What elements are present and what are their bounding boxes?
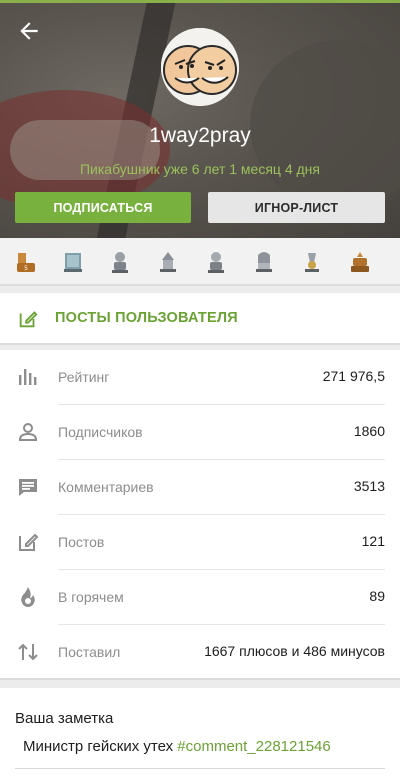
stat-value: 271 976,5: [322, 368, 385, 384]
stat-label: Комментариев: [58, 479, 154, 495]
note-title: Ваша заметка: [15, 710, 114, 727]
stat-row-votes: Поставил 1667 плюсов и 486 минусов: [0, 625, 400, 680]
award-icon[interactable]: 5: [14, 249, 38, 275]
person-icon: [16, 420, 40, 444]
stat-value: 1667 плюсов и 486 минусов: [204, 643, 385, 659]
tenure-text: Пикабушник уже 6 лет 1 месяц 4 дня: [79, 161, 320, 177]
stats-list: Рейтинг 271 976,5 Подписчиков 1860 Комме…: [0, 350, 400, 680]
stat-label: В горячем: [58, 589, 124, 605]
profile-page: 1way2pray Пикабушник уже 6 лет 1 месяц 4…: [0, 0, 400, 774]
svg-text:5: 5: [24, 265, 28, 272]
stat-label: Постов: [58, 534, 105, 550]
edit-icon: [17, 308, 39, 330]
stat-row-posts[interactable]: Постов 121: [0, 515, 400, 570]
stat-row-rating: Рейтинг 271 976,5: [0, 350, 400, 405]
award-icon[interactable]: [252, 249, 276, 275]
edit-icon: [16, 530, 40, 554]
bar-chart-icon: [16, 365, 40, 389]
stat-row-subscribers[interactable]: Подписчиков 1860: [0, 405, 400, 460]
flame-icon: [16, 585, 40, 609]
avatar[interactable]: [161, 28, 239, 106]
profile-header: 1way2pray Пикабушник уже 6 лет 1 месяц 4…: [0, 0, 400, 238]
stat-row-hot[interactable]: В горячем 89: [0, 570, 400, 625]
stat-value: 3513: [353, 478, 385, 494]
award-icon[interactable]: [108, 249, 132, 275]
stat-label: Подписчиков: [58, 424, 143, 440]
note-body: Министр гейских утех: [23, 738, 174, 755]
note-text: Министр гейских утех #comment_228121546: [23, 738, 331, 755]
awards-bar[interactable]: 5: [0, 238, 400, 286]
ignore-list-button[interactable]: ИГНОР-ЛИСТ: [208, 192, 385, 223]
award-icon[interactable]: [300, 249, 324, 275]
user-posts-link[interactable]: ПОСТЫ ПОЛЬЗОВАТЕЛЯ: [0, 293, 400, 345]
note-comment-link[interactable]: #comment_228121546: [177, 738, 330, 755]
award-icon[interactable]: [204, 249, 228, 275]
stat-value: 121: [361, 533, 385, 549]
award-icon[interactable]: [156, 249, 180, 275]
subscribe-button[interactable]: ПОДПИСАТЬСЯ: [15, 192, 191, 223]
stat-row-comments[interactable]: Комментариев 3513: [0, 460, 400, 515]
username: 1way2pray: [149, 124, 251, 147]
stat-value: 1860: [353, 423, 385, 439]
stat-label: Рейтинг: [58, 369, 110, 385]
user-note[interactable]: Ваша заметка Министр гейских утех #comme…: [0, 688, 400, 774]
stat-value: 89: [369, 588, 385, 604]
award-icon[interactable]: [348, 249, 372, 275]
back-arrow-icon[interactable]: [16, 18, 42, 44]
user-posts-label: ПОСТЫ ПОЛЬЗОВАТЕЛЯ: [55, 310, 238, 326]
award-icon[interactable]: [61, 249, 85, 275]
stat-label: Поставил: [58, 644, 121, 660]
sort-arrows-icon: [16, 640, 40, 664]
comment-icon: [16, 475, 40, 499]
